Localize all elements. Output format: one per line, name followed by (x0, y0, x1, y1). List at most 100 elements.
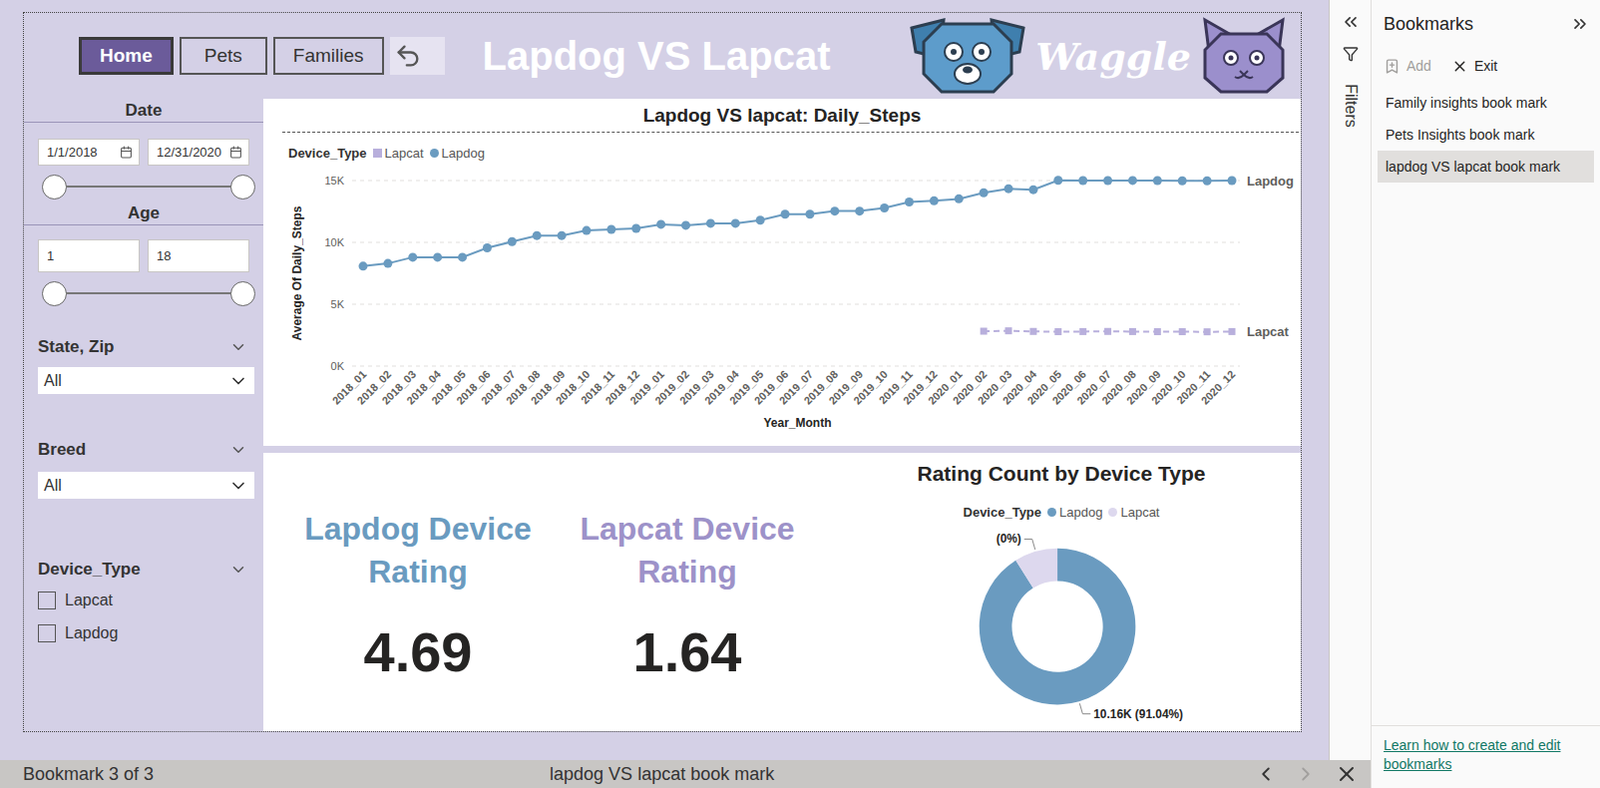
checkbox[interactable] (37, 591, 56, 610)
age-slider[interactable] (53, 281, 243, 306)
data-point[interactable] (1129, 328, 1137, 336)
slider-handle[interactable] (41, 174, 67, 200)
y-tick: 10K (324, 236, 1240, 249)
data-point[interactable] (1079, 328, 1087, 336)
data-point[interactable] (1202, 176, 1212, 186)
filters-pane[interactable]: Filters (1329, 0, 1371, 761)
data-point[interactable] (954, 194, 964, 204)
data-point[interactable] (1029, 328, 1037, 336)
breed-dropdown[interactable]: All (37, 471, 255, 499)
data-point[interactable] (756, 215, 766, 225)
chevron-down-icon (229, 440, 248, 459)
data-point[interactable] (929, 196, 939, 206)
date-to-input[interactable]: 12/31/2020 (147, 138, 250, 166)
data-point[interactable] (1154, 328, 1162, 336)
slider-handle[interactable] (230, 174, 256, 200)
nav-button[interactable]: Home (78, 36, 174, 75)
state-zip-dropdown[interactable]: All (37, 367, 255, 395)
data-point[interactable] (681, 220, 691, 230)
data-point[interactable] (854, 206, 864, 216)
data-point[interactable] (1227, 176, 1237, 186)
date-slider[interactable] (53, 174, 243, 199)
data-point[interactable] (1128, 175, 1138, 185)
data-point[interactable] (804, 209, 814, 219)
slicer-header[interactable]: Device_Type (23, 558, 264, 581)
data-point[interactable] (656, 219, 666, 229)
chart-series: Lapdog (359, 173, 1294, 271)
bookmark-item[interactable]: Pets Insights book mark (1377, 118, 1595, 151)
bookmark-action[interactable]: Add (1383, 57, 1432, 75)
bookmark-position: Bookmark 3 of 3 (22, 764, 154, 786)
data-point[interactable] (904, 197, 914, 207)
legend-item[interactable]: Lapdog (1047, 504, 1103, 520)
checkbox[interactable] (37, 624, 56, 643)
data-point[interactable] (1179, 328, 1187, 336)
data-point[interactable] (1053, 175, 1063, 185)
date-from-input[interactable]: 1/1/2018 (37, 138, 140, 166)
next-button[interactable] (1294, 763, 1317, 786)
data-point[interactable] (1203, 328, 1211, 336)
device-type-option[interactable]: Lapdog (23, 620, 264, 647)
data-point[interactable] (980, 328, 988, 336)
data-point[interactable] (731, 218, 741, 228)
help-link[interactable]: Learn how to create and edit bookmarks (1383, 736, 1584, 775)
data-point[interactable] (383, 259, 393, 269)
nav-button[interactable]: Pets (179, 36, 268, 75)
data-point[interactable] (407, 252, 417, 262)
donut-legend: Device_TypeLapdogLapcat (821, 503, 1301, 522)
slice-label: 10.16K (91.04%) (1093, 706, 1184, 721)
bookmark-action[interactable]: Exit (1451, 57, 1498, 75)
back-button[interactable] (390, 36, 445, 75)
data-point[interactable] (507, 237, 517, 247)
data-point[interactable] (829, 206, 839, 216)
data-point[interactable] (1078, 176, 1088, 186)
data-point[interactable] (1153, 176, 1163, 186)
date-inputs: 1/1/201812/31/2020 (23, 138, 264, 166)
data-point[interactable] (606, 224, 616, 234)
data-point[interactable] (1004, 184, 1014, 194)
svg-text:0K: 0K (331, 360, 346, 373)
legend-item[interactable]: Lapdog (429, 145, 485, 161)
bookmark-item[interactable]: Family insights book mark (1377, 86, 1595, 119)
donut-panel: Rating Count by Device TypeDevice_TypeLa… (821, 452, 1301, 732)
chart-legend: Device_TypeLapcatLapdog (288, 143, 1301, 162)
data-point[interactable] (706, 218, 716, 228)
slicer-header[interactable]: Breed (23, 438, 264, 461)
data-point[interactable] (581, 226, 591, 236)
slicer-header[interactable]: State, Zip (23, 336, 264, 359)
data-point[interactable] (532, 231, 542, 241)
legend-item[interactable]: Lapcat (1108, 504, 1160, 520)
legend-item[interactable]: Lapcat (373, 145, 424, 161)
age-to-input[interactable]: 18 (147, 239, 250, 273)
data-point[interactable] (557, 231, 567, 241)
data-point[interactable] (1228, 328, 1236, 336)
donut-slice[interactable]: (0%) (996, 531, 1058, 588)
slider-handle[interactable] (41, 281, 67, 307)
data-point[interactable] (1005, 327, 1013, 335)
data-point[interactable] (979, 188, 989, 198)
data-point[interactable] (781, 209, 791, 219)
data-point[interactable] (432, 252, 442, 262)
data-point[interactable] (879, 203, 889, 213)
data-point[interactable] (1054, 328, 1062, 336)
data-point[interactable] (1028, 185, 1038, 195)
data-point[interactable] (1178, 176, 1188, 186)
donut-slice[interactable]: 10.16K (91.04%) (979, 548, 1184, 722)
close-button[interactable] (1334, 762, 1359, 787)
slider-handle[interactable] (230, 281, 256, 307)
data-point[interactable] (457, 252, 467, 262)
collapse-icon[interactable] (1570, 13, 1591, 34)
data-point[interactable] (1103, 176, 1113, 186)
previous-button[interactable] (1254, 763, 1277, 786)
data-point[interactable] (482, 243, 492, 253)
data-point[interactable] (1104, 328, 1112, 336)
bookmark-item[interactable]: lapdog VS lapcat book mark (1377, 150, 1595, 183)
status-bar: Bookmark 3 of 3lapdog VS lapcat book mar… (0, 760, 1371, 788)
nav-button[interactable]: Families (273, 36, 385, 75)
device-type-option[interactable]: Lapcat (23, 587, 264, 614)
expand-icon[interactable] (1340, 11, 1361, 32)
data-point[interactable] (631, 223, 641, 233)
slider-track (53, 185, 243, 188)
data-point[interactable] (359, 261, 369, 271)
age-from-input[interactable]: 1 (37, 239, 140, 273)
